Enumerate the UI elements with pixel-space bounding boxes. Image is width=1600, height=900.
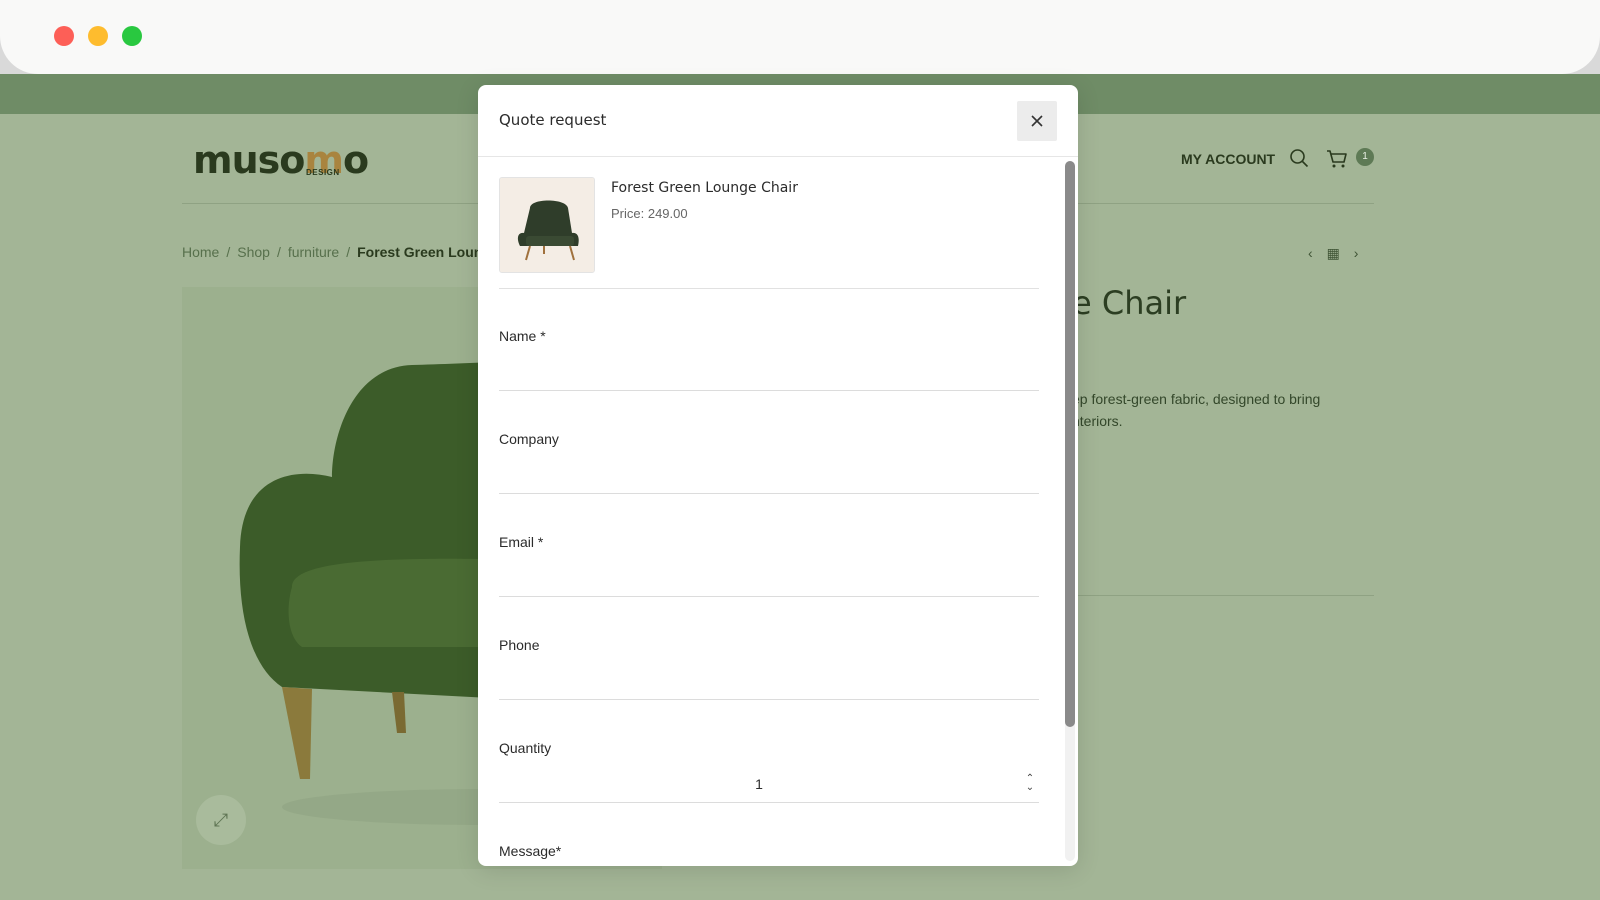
modal-header: Quote request: [478, 85, 1078, 157]
quantity-stepper[interactable]: [499, 768, 1039, 800]
email-input[interactable]: [499, 562, 1039, 594]
name-field-group: Name *: [499, 288, 1039, 391]
window-titlebar: [0, 0, 1600, 74]
message-label: Message*: [499, 843, 562, 859]
close-window-button[interactable]: [54, 26, 74, 46]
quantity-label: Quantity: [499, 740, 552, 756]
stepper-arrows-icon[interactable]: ⌃ ⌄: [1023, 774, 1037, 794]
quote-product-row: Forest Green Lounge Chair Price: 249.00: [499, 177, 1039, 289]
prev-product-icon[interactable]: ‹: [1308, 245, 1313, 261]
cart-count-badge: 1: [1356, 148, 1374, 166]
email-label: Email *: [499, 534, 544, 550]
quote-product-price: Price: 249.00: [611, 206, 688, 221]
breadcrumb-home[interactable]: Home: [182, 244, 219, 260]
cart-icon[interactable]: [1326, 149, 1348, 169]
expand-icon[interactable]: ⤢: [196, 795, 246, 845]
modal-body: Forest Green Lounge Chair Price: 249.00 …: [478, 157, 1078, 866]
quote-request-modal: Quote request Forest Green Lounge Chair …: [478, 85, 1078, 866]
product-title-background: e Chair: [1072, 284, 1187, 322]
product-description-background: ep forest-green fabric, designed to brin…: [1072, 391, 1321, 429]
company-input[interactable]: [499, 459, 1039, 491]
search-icon[interactable]: [1289, 148, 1309, 168]
logo-subtitle: DESIGN: [306, 168, 340, 177]
quote-product-name[interactable]: Forest Green Lounge Chair: [611, 180, 798, 196]
quantity-field-group: Quantity ⌃⌄: [499, 700, 1039, 803]
scrollbar-thumb[interactable]: [1065, 161, 1075, 727]
close-icon[interactable]: [1017, 101, 1057, 141]
my-account-link[interactable]: MY ACCOUNT: [1181, 151, 1275, 167]
name-input[interactable]: [499, 356, 1039, 388]
breadcrumb-shop[interactable]: Shop: [237, 244, 270, 260]
minimize-window-button[interactable]: [88, 26, 108, 46]
grid-icon[interactable]: ▦: [1327, 245, 1340, 261]
next-product-icon[interactable]: ›: [1354, 245, 1359, 261]
site-logo[interactable]: musomo: [193, 138, 369, 182]
company-label: Company: [499, 431, 559, 447]
breadcrumb-category[interactable]: furniture: [288, 244, 339, 260]
maximize-window-button[interactable]: [122, 26, 142, 46]
phone-input[interactable]: [499, 665, 1039, 697]
product-thumbnail: [499, 177, 595, 273]
company-field-group: Company: [499, 391, 1039, 494]
background-divider: [1072, 595, 1374, 596]
message-field-group: Message*: [499, 803, 1039, 866]
name-label: Name *: [499, 328, 546, 344]
phone-field-group: Phone: [499, 597, 1039, 700]
phone-label: Phone: [499, 637, 540, 653]
modal-title: Quote request: [499, 111, 607, 129]
product-navigation: ‹ ▦ ›: [1308, 245, 1368, 262]
email-field-group: Email *: [499, 494, 1039, 597]
